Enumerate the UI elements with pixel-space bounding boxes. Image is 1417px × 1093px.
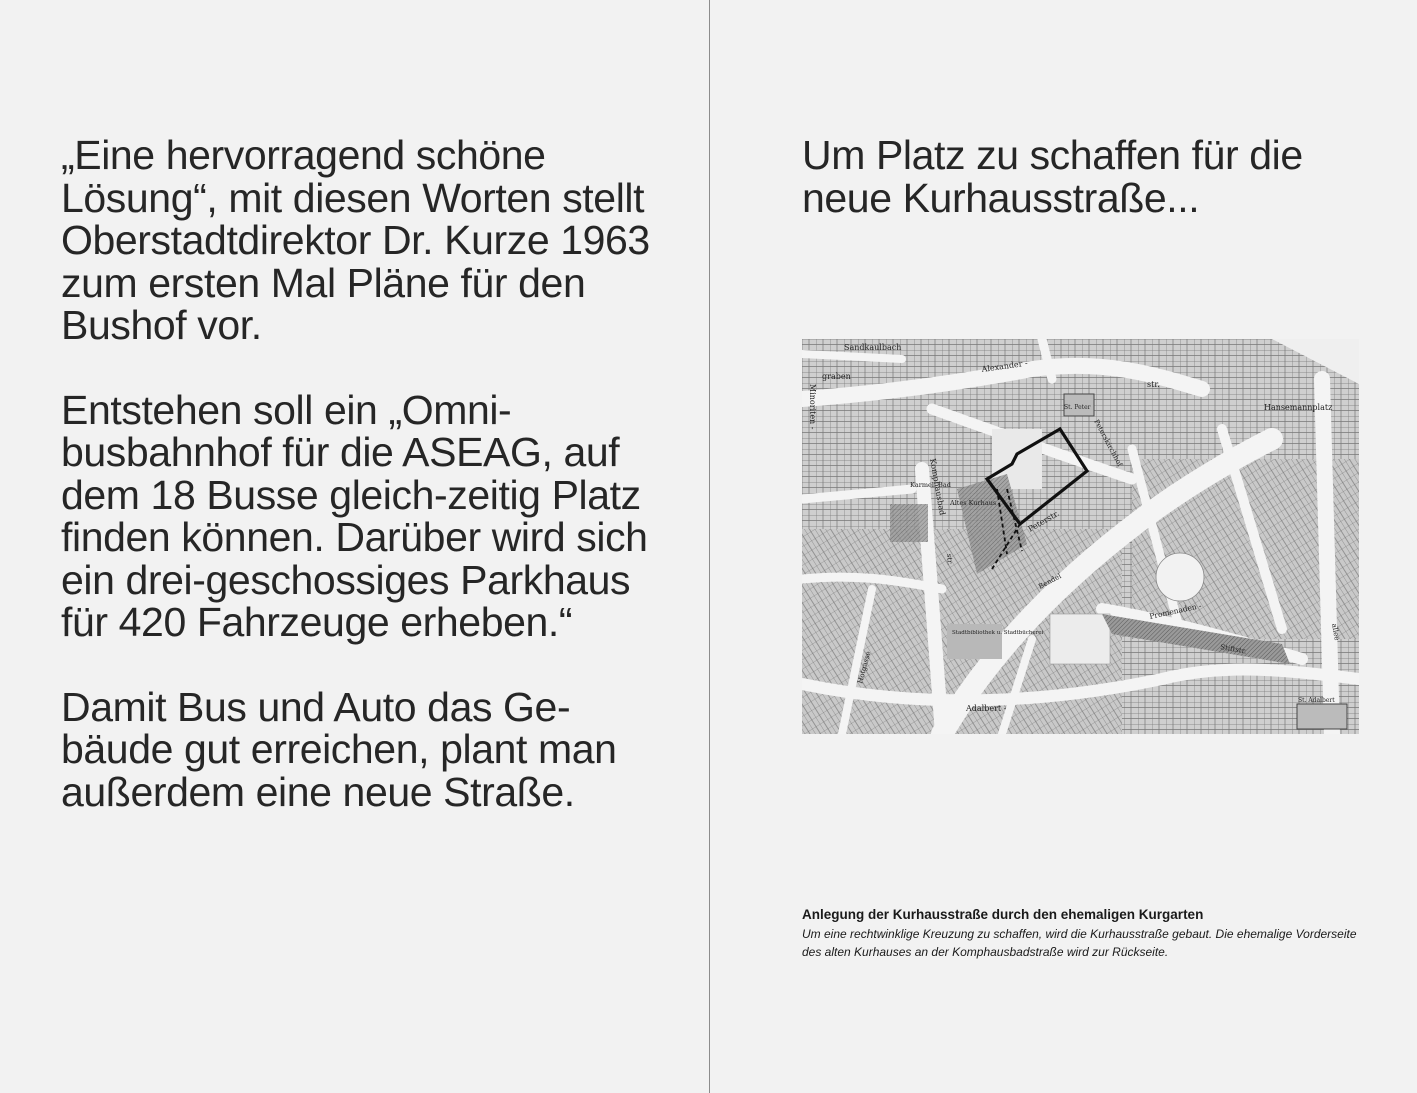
label-graben: graben xyxy=(822,372,851,381)
paragraph-3: Damit Bus und Auto das Ge-bäude gut erre… xyxy=(61,683,617,815)
page-divider xyxy=(709,0,710,1093)
label-st-peter: St. Peter xyxy=(1064,404,1091,411)
label-st-adalbert: St. Adalbert xyxy=(1298,697,1335,704)
historic-city-map: Sandkaulbach graben Alexander - str. St.… xyxy=(802,339,1359,734)
label-minoriten: Minoriten - xyxy=(808,384,817,430)
label-str-1: str. xyxy=(1147,380,1160,389)
label-stadtbibliothek: Stadtbibliothek u. Stadtbücherei xyxy=(952,630,1044,636)
left-column-text: „Eine hervorragend schöne Lösung“, mit d… xyxy=(61,134,661,855)
map-drawing: Sandkaulbach graben Alexander - str. St.… xyxy=(802,339,1359,734)
caption-body: Um eine rechtwinklige Kreuzung zu schaff… xyxy=(802,927,1357,959)
map-caption: Anlegung der Kurhausstraße durch den ehe… xyxy=(802,906,1362,961)
right-heading: Um Platz zu schaffen für die neue Kurhau… xyxy=(802,132,1303,221)
paragraph-1: „Eine hervorragend schöne Lösung“, mit d… xyxy=(61,132,650,348)
label-sandkaulbach: Sandkaulbach xyxy=(844,343,901,352)
paragraph-2: Entstehen soll ein „Omni-busbahnhof für … xyxy=(61,386,648,645)
label-altes-kurhaus: Altes Kurhaus xyxy=(949,499,996,507)
label-karmel-bad: Karmel. Bad xyxy=(910,481,951,489)
label-str-2: str. xyxy=(945,553,954,565)
label-adalbert: Adalbert - xyxy=(965,704,1007,713)
caption-title: Anlegung der Kurhausstraße durch den ehe… xyxy=(802,907,1204,922)
label-hansemannplatz: Hansemannplatz xyxy=(1264,403,1332,412)
